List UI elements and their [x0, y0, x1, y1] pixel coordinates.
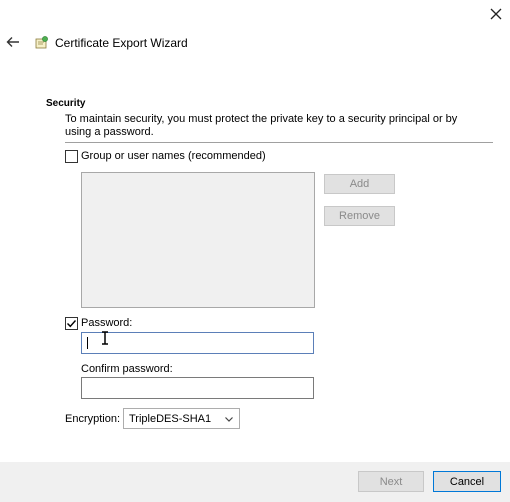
group-names-label: Group or user names (recommended) — [81, 150, 266, 162]
add-button[interactable]: Add — [324, 174, 395, 194]
encryption-selected-value: TripleDES-SHA1 — [129, 412, 212, 425]
chevron-down-icon — [225, 417, 233, 422]
group-names-checkbox[interactable] — [65, 150, 78, 163]
password-label: Password: — [81, 317, 133, 329]
password-input[interactable] — [81, 332, 314, 354]
password-checkbox[interactable] — [65, 317, 78, 330]
checkmark-icon — [67, 320, 77, 328]
text-caret — [87, 337, 88, 349]
divider — [65, 142, 493, 143]
next-button[interactable]: Next — [358, 471, 424, 492]
back-arrow-icon[interactable] — [5, 34, 21, 50]
section-heading: Security — [46, 98, 86, 109]
ibeam-cursor-icon — [100, 331, 110, 345]
confirm-password-input[interactable] — [81, 377, 314, 399]
certificate-icon — [33, 35, 49, 51]
cancel-button[interactable]: Cancel — [433, 471, 501, 492]
remove-button[interactable]: Remove — [324, 206, 395, 226]
encryption-label: Encryption: — [65, 413, 121, 425]
encryption-select[interactable]: TripleDES-SHA1 — [123, 408, 240, 429]
section-description: To maintain security, you must protect t… — [65, 113, 458, 138]
group-names-listbox[interactable] — [81, 172, 315, 308]
wizard-title: Certificate Export Wizard — [55, 36, 188, 50]
confirm-password-label: Confirm password: — [81, 363, 173, 375]
close-icon[interactable] — [486, 4, 506, 24]
